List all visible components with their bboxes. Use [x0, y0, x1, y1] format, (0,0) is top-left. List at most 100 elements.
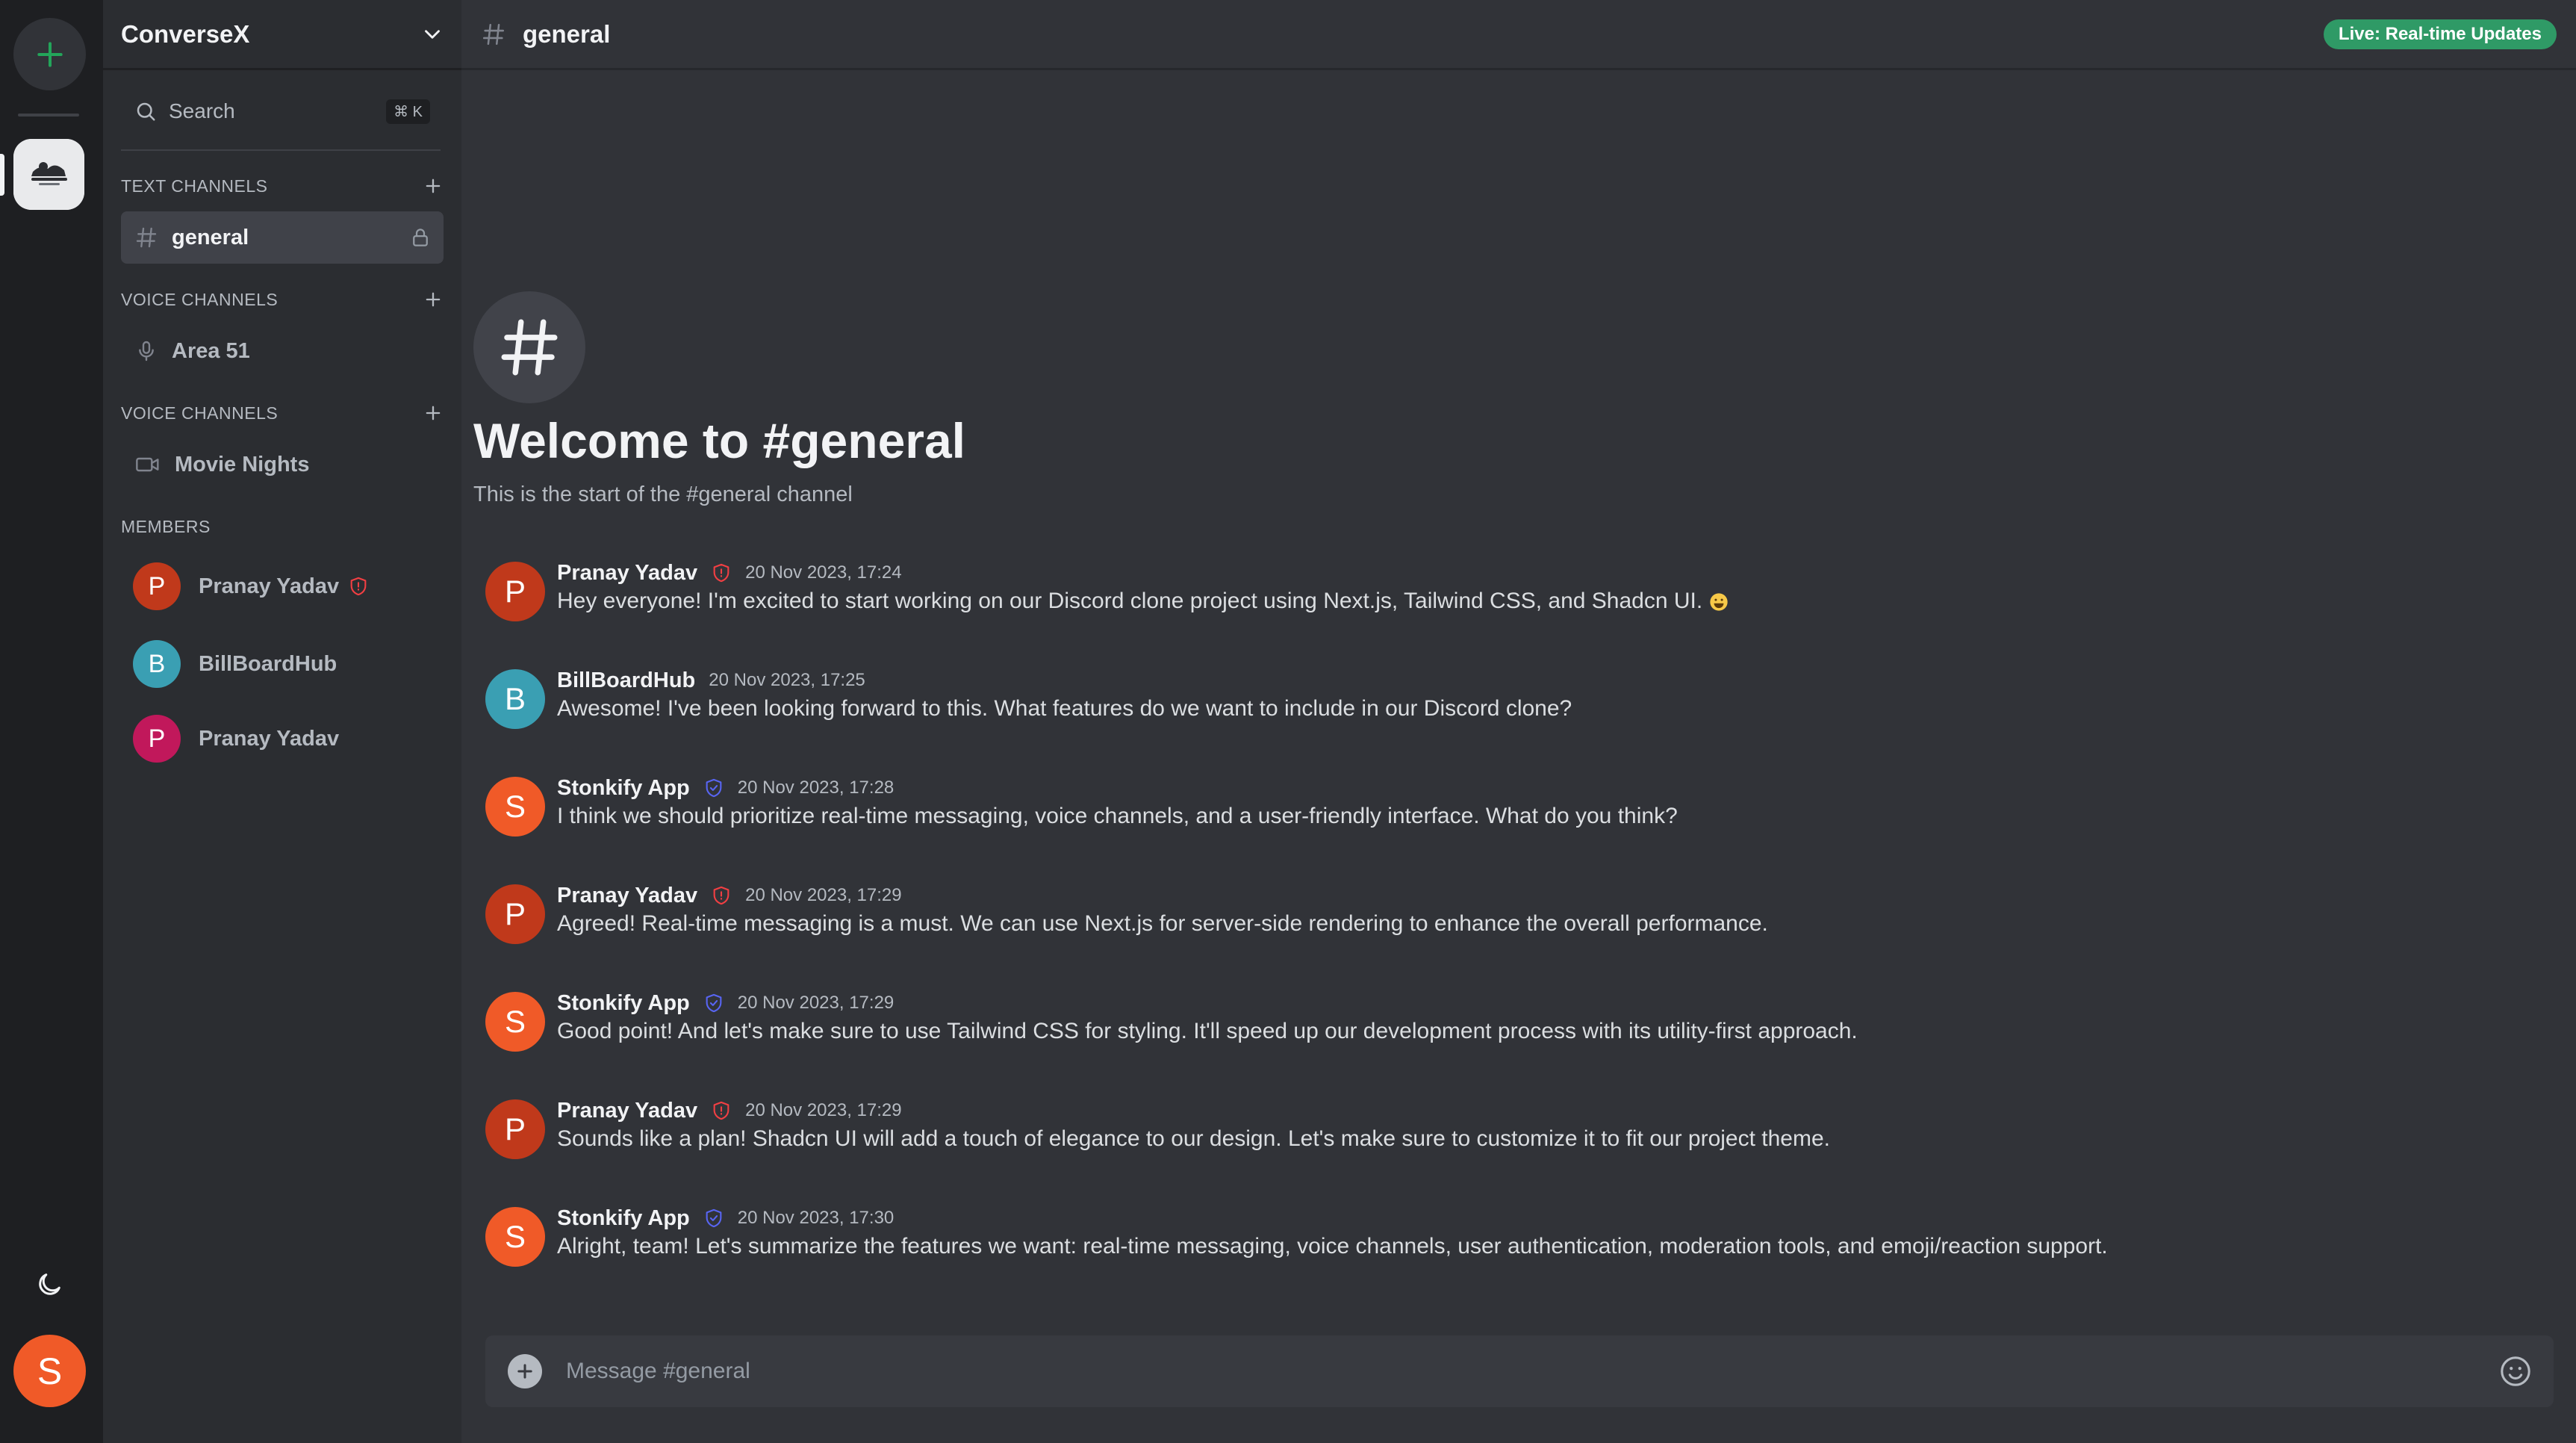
user-avatar-initial: S [37, 1350, 63, 1392]
attach-button[interactable] [508, 1354, 542, 1388]
search-button[interactable]: Search ⌘ K [121, 88, 441, 134]
avatar[interactable]: S [485, 1207, 545, 1267]
message-author[interactable]: Stonkify App [557, 776, 690, 801]
smile-icon[interactable] [2498, 1354, 2533, 1388]
avatar-initial: S [504, 1219, 526, 1254]
search-label: Search [169, 99, 235, 122]
message-timestamp: 20 Nov 2023, 17:28 [737, 778, 895, 798]
server-icon-conversex[interactable] [13, 139, 84, 210]
message-author[interactable]: BillBoardHub [557, 668, 695, 693]
message-text: Sounds like a plan! Shadcn UI will add a… [557, 1126, 1831, 1151]
add-channel-icon[interactable] [423, 403, 444, 423]
avatar-initial: S [504, 789, 526, 824]
role-badge [711, 562, 732, 584]
member-item[interactable]: P Pranay Yadav [133, 556, 447, 616]
mic-icon [139, 341, 154, 361]
avatar[interactable]: S [485, 777, 545, 837]
message-timestamp: 20 Nov 2023, 17:25 [709, 670, 865, 690]
channel-title: general [523, 19, 611, 48]
avatar-initial: B [148, 649, 166, 678]
hash-icon [482, 23, 505, 45]
shield-alert-icon [713, 886, 729, 905]
avatar-initial: P [504, 896, 526, 931]
shield-alert-icon [713, 1101, 729, 1120]
member-name: Pranay Yadav [199, 726, 340, 751]
search-shortcut: ⌘ K [386, 99, 430, 124]
avatar: B [133, 640, 181, 688]
section-text-channels: TEXT CHANNELS [121, 171, 444, 201]
welcome-title: Welcome to #general [473, 413, 966, 468]
message-header: Pranay Yadav 20 Nov 2023, 17:24 [557, 557, 902, 589]
channel-name: Area 51 [172, 338, 250, 363]
channel-item-general[interactable]: general [121, 211, 444, 264]
rail-divider [18, 114, 79, 117]
server-name: ConverseX [121, 19, 250, 48]
avatar-initial: P [504, 574, 526, 609]
live-status-badge: Live: Real-time Updates [2323, 19, 2557, 49]
chevron-down-icon [425, 29, 440, 39]
hash-icon [136, 227, 157, 248]
message-author[interactable]: Pranay Yadav [557, 1099, 697, 1123]
admin-badge [348, 575, 369, 598]
video-icon [136, 457, 159, 472]
message-input[interactable] [564, 1348, 2498, 1394]
role-badge [703, 777, 724, 799]
add-server-button[interactable] [13, 18, 86, 90]
section-voice-channels: VOICE CHANNELS [121, 285, 444, 314]
message-text: Awesome! I've been looking forward to th… [557, 696, 1572, 721]
role-badge [711, 884, 732, 907]
avatar-initial: P [504, 1111, 526, 1146]
shield-alert-icon [350, 577, 367, 596]
avatar[interactable]: B [485, 669, 545, 729]
message-item: S Stonkify App 20 Nov 2023, 17:29 Good p… [485, 987, 2546, 1070]
plus-icon [517, 1364, 532, 1379]
avatar: P [133, 715, 181, 763]
message-author[interactable]: Stonkify App [557, 991, 690, 1016]
message-timestamp: 20 Nov 2023, 17:29 [745, 1100, 902, 1120]
section-title: VOICE CHANNELS [121, 289, 279, 309]
avatar[interactable]: P [485, 1099, 545, 1159]
message-header: Stonkify App 20 Nov 2023, 17:29 [557, 987, 894, 1019]
message-item: S Stonkify App 20 Nov 2023, 17:30 Alrigh… [485, 1202, 2546, 1285]
message-author[interactable]: Stonkify App [557, 1206, 690, 1231]
avatar: P [133, 562, 181, 610]
message-author[interactable]: Pranay Yadav [557, 884, 697, 908]
section-members: MEMBERS [121, 512, 444, 541]
avatar[interactable]: P [485, 562, 545, 621]
message-header: BillBoardHub 20 Nov 2023, 17:25 [557, 665, 865, 696]
avatar-initial: P [148, 724, 166, 753]
shield-check-icon [706, 1208, 722, 1228]
message-item: S Stonkify App 20 Nov 2023, 17:28 I thin… [485, 772, 2546, 854]
message-text: I think we should prioritize real-time m… [557, 804, 1678, 828]
server-header-dropdown[interactable]: ConverseX [103, 0, 461, 70]
add-channel-icon[interactable] [423, 289, 444, 310]
avatar-initial: S [504, 1004, 526, 1039]
avatar[interactable]: S [485, 992, 545, 1052]
message-item: P Pranay Yadav 20 Nov 2023, 17:29 Agreed… [485, 880, 2546, 962]
active-server-indicator [0, 154, 4, 196]
server-rail: S [0, 0, 103, 1443]
channel-item-movie-nights[interactable]: Movie Nights [121, 438, 444, 491]
message-author[interactable]: Pranay Yadav [557, 561, 697, 586]
message-item: B BillBoardHub 20 Nov 2023, 17:25 Awesom… [485, 665, 2546, 747]
channel-item-area-51[interactable]: Area 51 [121, 325, 444, 377]
message-timestamp: 20 Nov 2023, 17:24 [745, 562, 902, 583]
member-item[interactable]: P Pranay Yadav [133, 709, 447, 769]
user-avatar-button[interactable]: S [13, 1335, 86, 1407]
channel-sidebar: ConverseX Search ⌘ K TEXT CHANNELS gener… [103, 0, 461, 1443]
member-item[interactable]: B BillBoardHub [133, 634, 447, 694]
message-header: Stonkify App 20 Nov 2023, 17:28 [557, 772, 894, 804]
role-badge [711, 1099, 732, 1122]
message-timestamp: 20 Nov 2023, 17:29 [745, 885, 902, 905]
channel-name: general [172, 225, 249, 249]
avatar[interactable]: P [485, 884, 545, 944]
add-channel-icon[interactable] [423, 176, 444, 196]
lock-icon [413, 229, 428, 246]
theme-toggle-button[interactable] [27, 1262, 72, 1307]
section-title: MEMBERS [121, 516, 211, 536]
message-composer [485, 1335, 2554, 1407]
server-logo [13, 139, 84, 210]
message-header: Pranay Yadav 20 Nov 2023, 17:29 [557, 1095, 902, 1126]
message-timestamp: 20 Nov 2023, 17:29 [737, 993, 895, 1013]
plus-icon [37, 41, 63, 67]
